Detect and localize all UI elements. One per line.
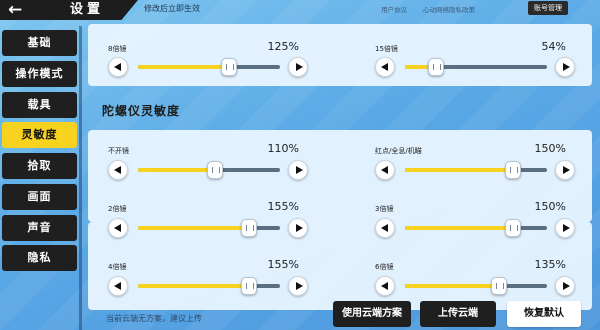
increase-button[interactable] [555, 276, 575, 296]
setting-gyro-red-dot: 红点/全息/机瞄 150% [375, 142, 590, 190]
setting-label: 不开镜 [108, 147, 129, 155]
decrease-button[interactable] [108, 57, 128, 77]
setting-value: 125% [267, 40, 299, 53]
sidebar: 基础 操作模式 载具 灵敏度 拾取 画面 声音 隐私 [0, 26, 82, 330]
slider-fill [405, 168, 513, 172]
sidebar-item-graphics[interactable]: 画面 [2, 184, 77, 210]
slider-thumb[interactable] [220, 58, 237, 76]
increase-button[interactable] [288, 218, 308, 238]
increase-button[interactable] [555, 57, 575, 77]
sidebar-item-privacy[interactable]: 隐私 [2, 245, 77, 271]
setting-scope-15x: 15倍镜 54% [375, 40, 590, 88]
decrease-button[interactable] [108, 160, 128, 180]
setting-scope-8x: 8倍镜 125% [108, 40, 323, 88]
slider-track[interactable] [138, 219, 280, 237]
setting-value: 54% [541, 40, 566, 53]
setting-value: 155% [267, 200, 299, 213]
setting-label: 3倍镜 [375, 205, 394, 213]
setting-value: 110% [267, 142, 299, 155]
increase-button[interactable] [555, 218, 575, 238]
decrease-button[interactable] [375, 276, 395, 296]
slider-track[interactable] [405, 58, 547, 76]
setting-gyro-4x: 4倍镜 155% [108, 258, 323, 306]
user-agreement-link[interactable]: 用户协议 [381, 4, 407, 14]
slider-track[interactable] [405, 219, 547, 237]
sidebar-item-pickup[interactable]: 拾取 [2, 153, 77, 179]
setting-value: 150% [534, 142, 566, 155]
back-arrow-icon[interactable]: ← [8, 1, 30, 19]
increase-button[interactable] [288, 160, 308, 180]
slider-track[interactable] [138, 58, 280, 76]
setting-gyro-2x: 2倍镜 155% [108, 200, 323, 248]
sidebar-item-sensitivity[interactable]: 灵敏度 [2, 122, 77, 148]
page-title: 设置 [70, 2, 105, 17]
slider-fill [138, 168, 215, 172]
slider-thumb[interactable] [240, 277, 257, 295]
restore-default-button[interactable]: 恢复默认 [507, 301, 581, 327]
use-cloud-plan-button[interactable]: 使用云端方案 [333, 301, 411, 327]
slider-thumb[interactable] [240, 219, 257, 237]
setting-label: 红点/全息/机瞄 [375, 147, 422, 155]
header-bar: ← 设置 修改后立即生效 用户协议 心动网络隐私政策 账号管理 [0, 0, 600, 20]
settings-content: 8倍镜 125% 15倍镜 54% 陀螺仪灵敏度 不开镜 110% 红点/全息/… [88, 24, 592, 324]
decrease-button[interactable] [375, 218, 395, 238]
setting-label: 4倍镜 [108, 263, 127, 271]
slider-fill [138, 284, 249, 288]
setting-value: 135% [534, 258, 566, 271]
sidebar-item-controls[interactable]: 操作模式 [2, 61, 77, 87]
setting-label: 6倍镜 [375, 263, 394, 271]
cloud-status-note: 当前云端无方案，建议上传 [106, 314, 202, 323]
setting-value: 150% [534, 200, 566, 213]
setting-label: 15倍镜 [375, 45, 398, 53]
slider-track[interactable] [405, 161, 547, 179]
increase-button[interactable] [288, 276, 308, 296]
slider-track[interactable] [138, 277, 280, 295]
decrease-button[interactable] [375, 160, 395, 180]
slider-track[interactable] [405, 277, 547, 295]
slider-fill [405, 226, 513, 230]
increase-button[interactable] [555, 160, 575, 180]
slider-thumb[interactable] [206, 161, 223, 179]
privacy-policy-link[interactable]: 心动网络隐私政策 [423, 4, 475, 14]
setting-gyro-6x: 6倍镜 135% [375, 258, 590, 306]
slider-thumb[interactable] [490, 277, 507, 295]
setting-value: 155% [267, 258, 299, 271]
decrease-button[interactable] [108, 218, 128, 238]
slider-fill [405, 284, 499, 288]
sidebar-item-vehicle[interactable]: 载具 [2, 92, 77, 118]
upload-cloud-button[interactable]: 上传云端 [420, 301, 496, 327]
slider-thumb[interactable] [428, 58, 445, 76]
setting-gyro-no-scope: 不开镜 110% [108, 142, 323, 190]
setting-label: 8倍镜 [108, 45, 127, 53]
setting-label: 2倍镜 [108, 205, 127, 213]
account-management-button[interactable]: 账号管理 [528, 1, 568, 15]
setting-gyro-3x: 3倍镜 150% [375, 200, 590, 248]
slider-fill [138, 226, 249, 230]
decrease-button[interactable] [375, 57, 395, 77]
apply-hint: 修改后立即生效 [144, 4, 200, 13]
sidebar-item-basic[interactable]: 基础 [2, 30, 77, 56]
slider-thumb[interactable] [504, 161, 521, 179]
section-title-gyro: 陀螺仪灵敏度 [102, 104, 181, 118]
decrease-button[interactable] [108, 276, 128, 296]
slider-fill [138, 65, 229, 69]
increase-button[interactable] [288, 57, 308, 77]
slider-track[interactable] [138, 161, 280, 179]
sidebar-item-sound[interactable]: 声音 [2, 215, 77, 241]
slider-thumb[interactable] [504, 219, 521, 237]
